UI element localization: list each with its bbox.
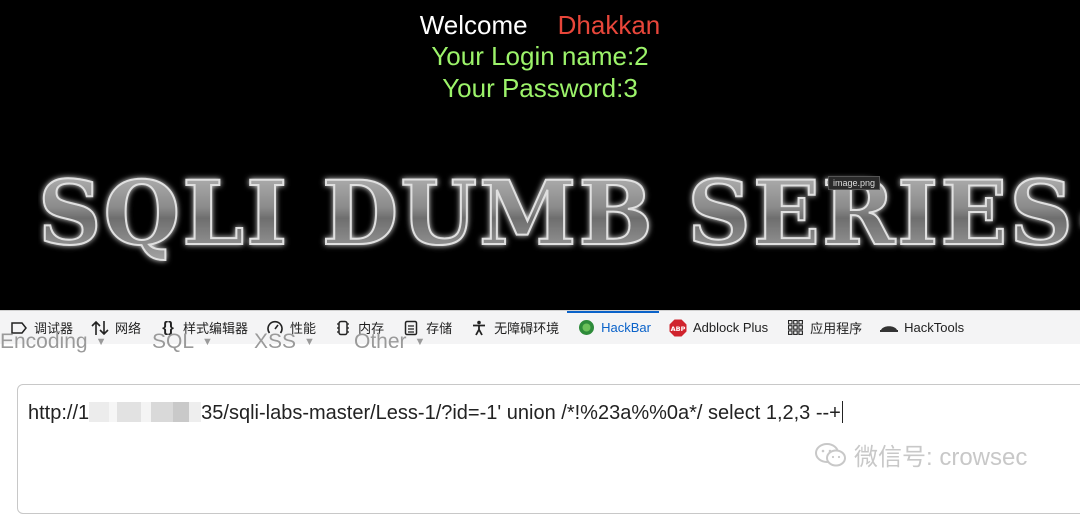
redacted-ip (89, 402, 202, 422)
welcome-text: Welcome (419, 10, 528, 40)
menu-label: SQL (152, 330, 195, 353)
sqli-dumb-series-banner: SQLI DUMB SERIES- (38, 162, 1080, 266)
watermark-text: 微信号: crowsec (854, 444, 1028, 471)
caret-down-icon: ▼ (95, 336, 107, 349)
hackbar-menu: Encoding ▼ SQL ▼ XSS ▼ Other ▼ (0, 330, 1080, 360)
url-suffix: 35/sqli-labs-master/Less-1/?id=-1' union… (201, 402, 841, 424)
menu-other[interactable]: Other ▼ (354, 330, 425, 354)
welcome-line: Welcome Dhakkan (0, 10, 1080, 41)
wechat-icon (815, 442, 846, 466)
menu-label: Other (354, 330, 407, 353)
text-cursor (841, 401, 843, 423)
login-name-line: Your Login name:2 (431, 41, 649, 71)
user-name: Dhakkan (557, 10, 661, 40)
url-text[interactable]: http://1 35/sqli-labs-master/Less-1/?id=-… (28, 401, 843, 425)
caret-down-icon: ▼ (202, 336, 213, 349)
menu-label: Encoding (0, 330, 88, 353)
wechat-watermark: 微信号: crowsec (814, 437, 1027, 472)
caret-down-icon: ▼ (414, 336, 426, 349)
hackbar-panel: Encoding ▼ SQL ▼ XSS ▼ Other ▼ http://1 35/sq… (0, 330, 1080, 514)
caret-down-icon: ▼ (304, 336, 315, 349)
menu-sql[interactable]: SQL ▼ (152, 330, 213, 354)
menu-encoding[interactable]: Encoding ▼ (0, 330, 106, 354)
password-line: Your Password:3 (442, 73, 638, 103)
image-tooltip: image.png (828, 176, 881, 190)
sqli-page: Welcome Dhakkan Your Login name:2 Your Pa… (0, 0, 1080, 310)
menu-label: XSS (254, 330, 297, 353)
menu-xss[interactable]: XSS ▼ (254, 330, 315, 354)
url-prefix: http://1 (28, 402, 90, 424)
banner-text: SQLI DUMB SERIES- (38, 162, 1080, 265)
